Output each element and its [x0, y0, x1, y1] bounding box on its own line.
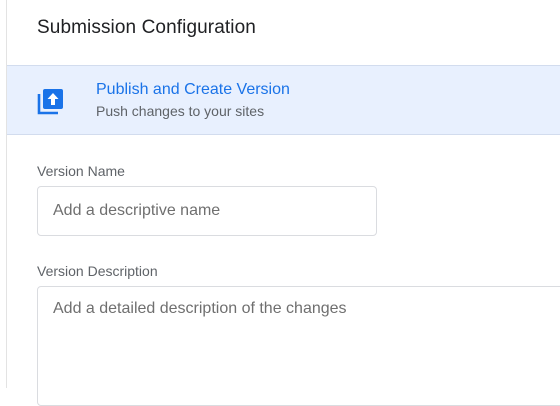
submission-config-panel: Submission Configuration Publish and Cre…	[6, 0, 560, 406]
version-description-input[interactable]	[37, 286, 560, 406]
option-subtitle: Push changes to your sites	[96, 103, 265, 119]
publish-upload-icon	[37, 89, 63, 115]
option-title: Publish and Create Version	[96, 81, 290, 98]
version-description-label: Version Description	[37, 263, 158, 279]
version-name-input[interactable]	[37, 186, 377, 236]
publish-create-version-option[interactable]: Publish and Create Version Push changes …	[7, 65, 560, 135]
panel-title: Submission Configuration	[37, 17, 256, 38]
version-name-label: Version Name	[37, 163, 125, 179]
